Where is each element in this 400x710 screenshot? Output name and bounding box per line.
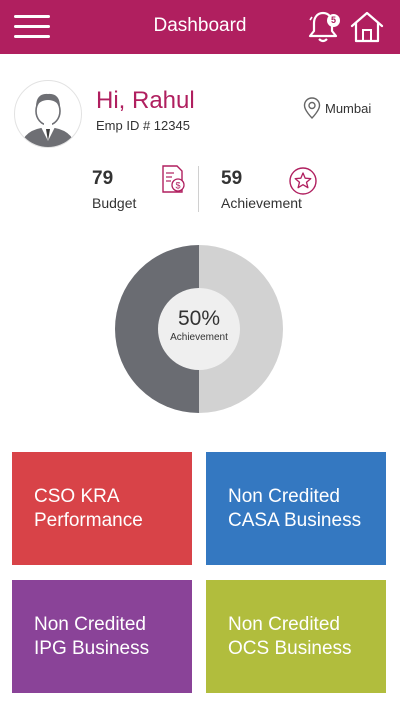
achievement-star-icon <box>289 167 317 195</box>
tile-line1: Non Credited <box>228 486 340 507</box>
menu-line <box>14 25 50 28</box>
budget-document-icon: $ <box>162 165 185 193</box>
user-avatar <box>14 80 82 148</box>
location-selector[interactable]: Mumbai <box>303 97 371 119</box>
achievement-donut-chart: 50% Achievement <box>115 245 283 413</box>
page-title: Dashboard <box>153 15 247 36</box>
tile-line1: Non Credited <box>34 614 146 635</box>
location-pin-icon <box>303 97 321 119</box>
tile-line2: CASA Business <box>228 510 362 531</box>
employee-id: Emp ID # 12345 <box>96 118 190 133</box>
tile-line2: Performance <box>34 510 143 531</box>
achievement-value: 59 <box>221 168 243 189</box>
notification-count-badge: 5 <box>327 14 340 27</box>
non-credited-casa-business-tile[interactable]: Non Credited CASA Business <box>206 452 386 565</box>
app-header: Dashboard 5 <box>0 0 400 54</box>
non-credited-ocs-business-tile[interactable]: Non Credited OCS Business <box>206 580 386 693</box>
location-label: Mumbai <box>325 100 372 116</box>
menu-line <box>14 15 50 18</box>
tile-line1: Non Credited <box>228 614 340 635</box>
budget-value: 79 <box>92 168 114 189</box>
hamburger-menu-button[interactable] <box>14 14 50 40</box>
tile-line2: IPG Business <box>34 638 150 659</box>
non-credited-ipg-business-tile[interactable]: Non Credited IPG Business <box>12 580 192 693</box>
donut-caption: Achievement <box>170 332 228 343</box>
user-avatar-icon <box>21 93 75 147</box>
svg-text:$: $ <box>175 181 180 191</box>
stats-divider <box>198 166 199 212</box>
home-icon[interactable] <box>349 9 385 45</box>
achievement-label: Achievement <box>221 195 302 211</box>
cso-kra-performance-tile[interactable]: CSO KRA Performance <box>12 452 192 565</box>
user-greeting: Hi, Rahul <box>96 87 195 114</box>
menu-line <box>14 35 50 38</box>
tile-line2: OCS Business <box>228 638 352 659</box>
donut-percent-label: 50% <box>178 307 220 330</box>
budget-label: Budget <box>92 195 137 211</box>
tile-line1: CSO KRA <box>34 486 120 507</box>
